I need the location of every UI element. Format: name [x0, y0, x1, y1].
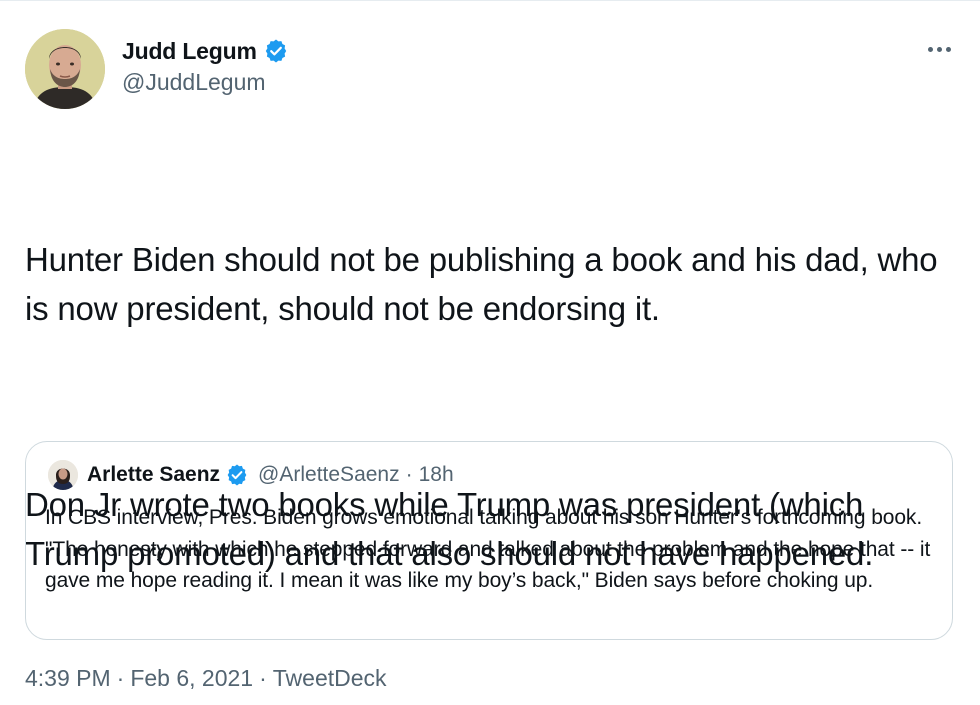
- author-name-row[interactable]: Judd Legum: [122, 35, 288, 67]
- verified-badge-icon: [226, 464, 248, 486]
- quoted-handle[interactable]: @ArletteSaenz: [258, 463, 400, 487]
- more-horizontal-icon[interactable]: [924, 41, 954, 57]
- separator-dot: ·: [116, 665, 125, 691]
- quoted-header: Arlette Saenz @ArletteSaenz · 18h: [87, 460, 454, 490]
- quoted-tweet[interactable]: Arlette Saenz @ArletteSaenz · 18h In CBS…: [25, 441, 953, 640]
- author-handle[interactable]: @JuddLegum: [122, 69, 266, 96]
- tweet-card: Judd Legum @JuddLegum Hunter Biden shoul…: [0, 0, 980, 705]
- separator-dot: ·: [259, 665, 267, 691]
- quoted-timestamp[interactable]: 18h: [419, 463, 454, 487]
- quoted-author-avatar[interactable]: [48, 460, 78, 490]
- tweet-meta: 4:39 PM · Feb 6, 2021 · TweetDeck: [25, 665, 387, 692]
- tweet-paragraph: Hunter Biden should not be publishing a …: [25, 241, 947, 327]
- author-avatar[interactable]: [25, 29, 105, 109]
- tweet-time[interactable]: 4:39 PM: [25, 665, 111, 692]
- tweet-source[interactable]: TweetDeck: [273, 665, 387, 692]
- quoted-display-name[interactable]: Arlette Saenz: [87, 463, 220, 487]
- verified-badge-icon: [264, 39, 288, 63]
- tweet-date[interactable]: Feb 6, 2021: [130, 665, 253, 692]
- author-display-name[interactable]: Judd Legum: [122, 38, 257, 65]
- separator-dot: ·: [405, 463, 413, 486]
- quoted-tweet-text: In CBS interview, Pres. Biden grows emot…: [45, 506, 931, 592]
